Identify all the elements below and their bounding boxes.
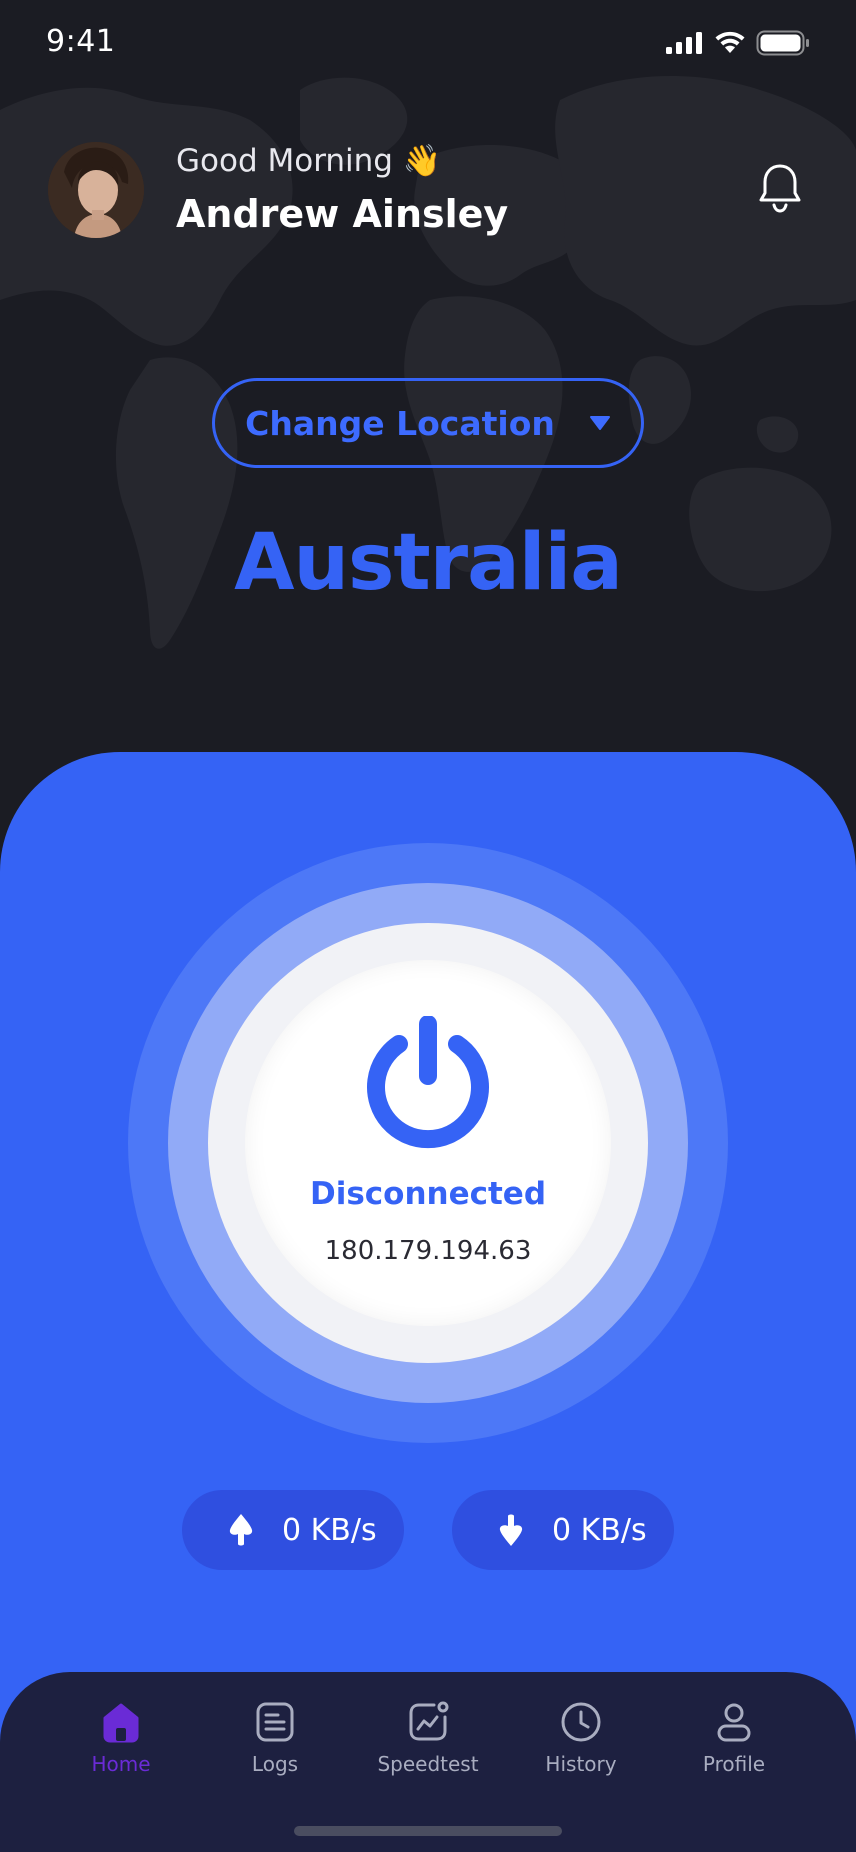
- avatar[interactable]: [48, 142, 144, 238]
- user-name: Andrew Ainsley: [176, 192, 509, 236]
- change-location-button[interactable]: Change Location: [212, 378, 644, 468]
- tab-speedtest[interactable]: Speedtest: [358, 1700, 498, 1790]
- clock-icon: [561, 1702, 601, 1742]
- selected-country: Australia: [234, 518, 623, 608]
- power-icon[interactable]: [366, 1016, 490, 1150]
- connection-status: Disconnected: [309, 1176, 547, 1212]
- tab-history[interactable]: History: [511, 1700, 651, 1790]
- profile-icon: [717, 1703, 751, 1742]
- speedtest-icon: [409, 1701, 449, 1741]
- home-indicator: [294, 1826, 562, 1836]
- change-location-label: Change Location: [245, 403, 555, 443]
- tab-home[interactable]: Home: [51, 1700, 191, 1790]
- home-icon: [103, 1703, 139, 1743]
- download-arrow-icon: [499, 1514, 523, 1546]
- upload-speed-value: 0 KB/s: [282, 1512, 377, 1548]
- greeting-text: Good Morning 👋: [176, 143, 442, 179]
- upload-speed: 0 KB/s: [182, 1490, 404, 1570]
- tab-profile[interactable]: Profile: [664, 1700, 804, 1790]
- upload-arrow-icon: [229, 1514, 253, 1546]
- wifi-icon: [715, 31, 745, 53]
- status-time: 9:41: [46, 24, 116, 59]
- bell-icon[interactable]: [758, 162, 802, 214]
- tab-logs[interactable]: Logs: [205, 1700, 345, 1790]
- tab-home-label: Home: [91, 1752, 151, 1776]
- download-speed: 0 KB/s: [452, 1490, 674, 1570]
- dropdown-triangle-icon: [589, 416, 610, 430]
- user-avatar-image: [48, 142, 144, 238]
- battery-icon: [756, 30, 809, 56]
- download-speed-value: 0 KB/s: [552, 1512, 647, 1548]
- ip-address: 180.179.194.63: [324, 1236, 532, 1266]
- cellular-signal-icon: [666, 32, 702, 54]
- tab-speedtest-label: Speedtest: [377, 1752, 479, 1776]
- tab-history-label: History: [545, 1752, 617, 1776]
- status-bar: 9:41: [0, 0, 856, 90]
- header: Good Morning 👋 Andrew Ainsley: [0, 140, 856, 240]
- logs-icon: [256, 1702, 294, 1742]
- tab-profile-label: Profile: [702, 1752, 766, 1776]
- tab-logs-label: Logs: [251, 1752, 299, 1776]
- status-icons: [666, 30, 810, 56]
